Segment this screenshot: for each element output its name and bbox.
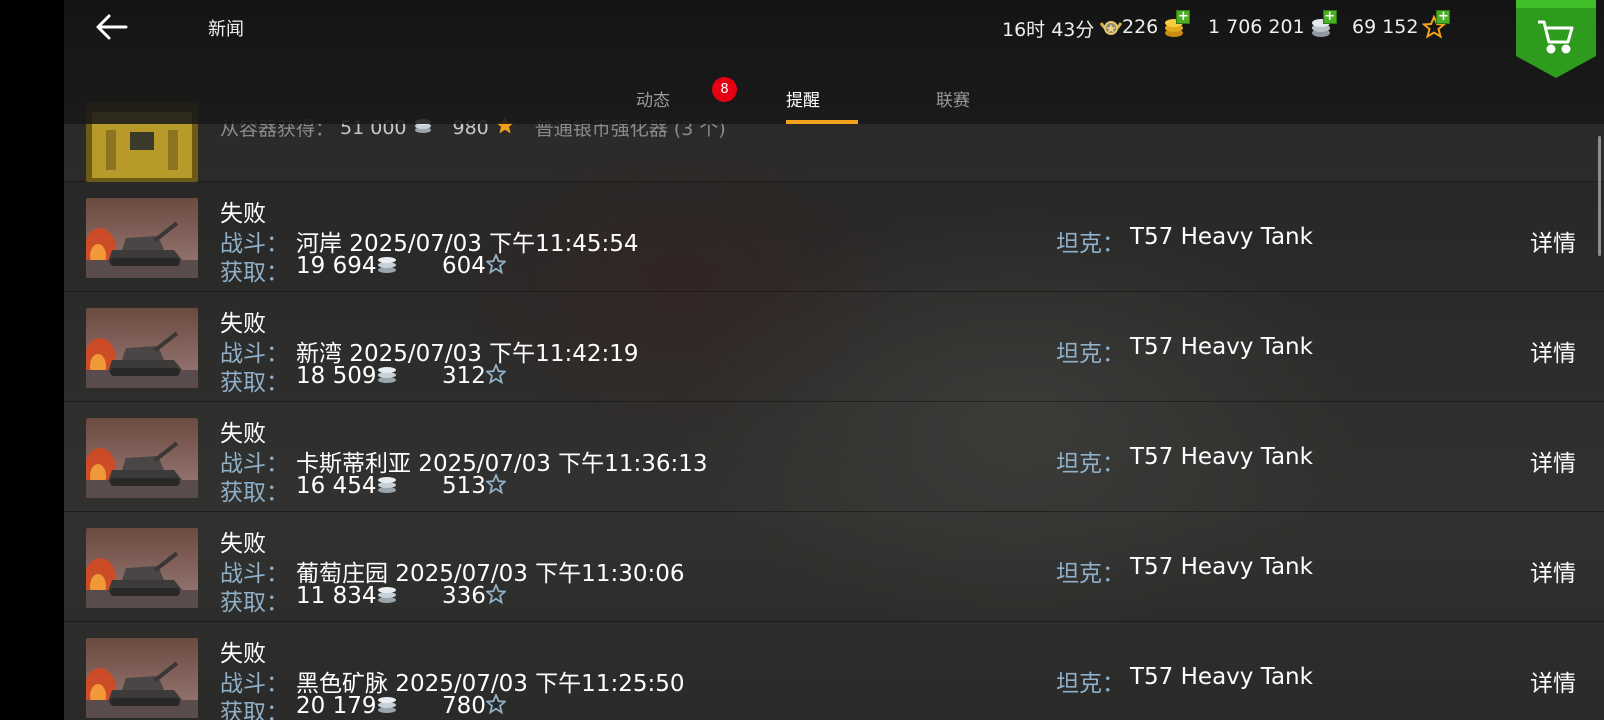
back-button[interactable] [94,10,130,44]
premium-timer[interactable]: 16时 43分 [1002,15,1124,42]
silver-coin-icon [376,364,398,390]
earned-silver: 19 694 [296,253,398,280]
earned-xp-value: 336 [442,583,486,609]
gold-value: 226 [1122,16,1159,38]
earned-silver: 11 834 [296,583,398,610]
active-tab-indicator [786,120,858,124]
silver-coin-icon [376,474,398,500]
earned-xp-value: 513 [442,473,486,499]
earned-label: 获取： [220,480,289,506]
silver-value: 1 706 201 [1208,16,1305,38]
tank-thumbnail [86,308,198,388]
premium-timer-value: 16时 43分 [1002,19,1095,41]
silver-coin-icon [376,584,398,610]
earned-label: 获取： [220,700,289,720]
list-item[interactable]: 失败 战斗： 葡萄庄园 2025/07/03 下午11:30:06 获取： 11… [64,512,1604,622]
earned-label: 获取： [220,590,289,616]
tank-label: 坦克： [1056,341,1125,367]
free-xp-balance[interactable]: 69 152 + [1352,10,1451,39]
tank-label: 坦克： [1056,451,1125,477]
tab-league[interactable]: 联赛 [936,86,970,111]
left-black-band [0,0,64,720]
tank-name: T57 Heavy Tank [1130,224,1313,250]
tank-name: T57 Heavy Tank [1130,664,1313,690]
list-item[interactable]: 失败 战斗： 黑色矿脉 2025/07/03 下午11:25:50 获取： 20… [64,622,1604,720]
xp-star-icon [484,472,508,500]
silver-coin-icon [376,694,398,720]
tank-label: 坦克： [1056,561,1125,587]
list-item[interactable]: 失败 战斗： 河岸 2025/07/03 下午11:45:54 获取： 19 6… [64,182,1604,292]
tank-thumbnail [86,418,198,498]
tank-thumbnail [86,528,198,608]
convert-xp-plus-icon[interactable]: + [1436,10,1451,24]
details-button[interactable]: 详情 [1530,224,1576,258]
earned-silver: 18 509 [296,363,398,390]
tank-name: T57 Heavy Tank [1130,334,1313,360]
xp-star-icon [484,692,508,720]
earned-xp: 604 [442,252,508,280]
earned-silver-value: 19 694 [296,253,377,279]
earned-xp-value: 780 [442,693,486,719]
premium-account-icon [1098,17,1124,41]
earned-xp: 513 [442,472,508,500]
arrow-left-icon [96,14,128,40]
silver-coin-icon: + [1309,10,1337,39]
xp-star-icon [484,582,508,610]
free-xp-value: 69 152 [1352,16,1419,38]
tank-label: 坦克： [1056,231,1125,257]
gold-balance[interactable]: 226 + [1122,10,1191,39]
list-item[interactable]: 失败 战斗： 卡斯蒂利亚 2025/07/03 下午11:36:13 获取： 1… [64,402,1604,512]
details-button[interactable]: 详情 [1530,664,1576,698]
top-bar: 新闻 16时 43分 226 + 1 706 201 + 69 152 + 动态… [64,0,1604,124]
free-xp-star-icon: + [1421,10,1451,39]
details-button[interactable]: 详情 [1530,444,1576,478]
exchange-silver-plus-icon[interactable]: + [1322,10,1337,24]
earned-xp: 336 [442,582,508,610]
gold-coin-icon: + [1162,10,1191,39]
earned-xp: 780 [442,692,508,720]
silver-balance[interactable]: 1 706 201 + [1208,10,1337,39]
earned-xp-value: 604 [442,253,486,279]
earned-silver: 16 454 [296,473,398,500]
page-title: 新闻 [208,19,244,40]
silver-coin-icon [376,254,398,280]
earned-label: 获取： [220,370,289,396]
details-button[interactable]: 详情 [1530,334,1576,368]
unread-badge: 8 [712,77,737,102]
tank-thumbnail [86,198,198,278]
xp-star-icon [484,252,508,280]
battle-result: 失败 [220,201,266,227]
earned-xp: 312 [442,362,508,390]
tank-name: T57 Heavy Tank [1130,554,1313,580]
battle-result: 失败 [220,641,266,667]
earned-silver-value: 11 834 [296,583,377,609]
tab-activity[interactable]: 动态 [636,86,670,111]
earned-xp-value: 312 [442,363,486,389]
news-screen: 从容器获得： 51 000 980 普通银币强化器 (3 个) 失败 战斗： 河… [64,0,1604,720]
earned-label: 获取： [220,260,289,286]
earned-silver-value: 16 454 [296,473,377,499]
details-button[interactable]: 详情 [1530,554,1576,588]
tank-name: T57 Heavy Tank [1130,444,1313,470]
tab-reminders[interactable]: 提醒 [786,86,820,111]
earned-silver-value: 20 179 [296,693,377,719]
battle-result: 失败 [220,531,266,557]
tank-label: 坦克： [1056,671,1125,697]
list-item[interactable]: 失败 战斗： 新湾 2025/07/03 下午11:42:19 获取： 18 5… [64,292,1604,402]
battle-result: 失败 [220,311,266,337]
earned-silver-value: 18 509 [296,363,377,389]
tank-thumbnail [86,638,198,718]
battle-result: 失败 [220,421,266,447]
buy-gold-plus-icon[interactable]: + [1176,10,1191,24]
notification-list: 从容器获得： 51 000 980 普通银币强化器 (3 个) 失败 战斗： 河… [64,62,1604,720]
earned-silver: 20 179 [296,693,398,720]
shop-button[interactable] [1516,0,1596,78]
xp-star-icon [484,362,508,390]
list-scrollbar[interactable] [1598,136,1601,256]
